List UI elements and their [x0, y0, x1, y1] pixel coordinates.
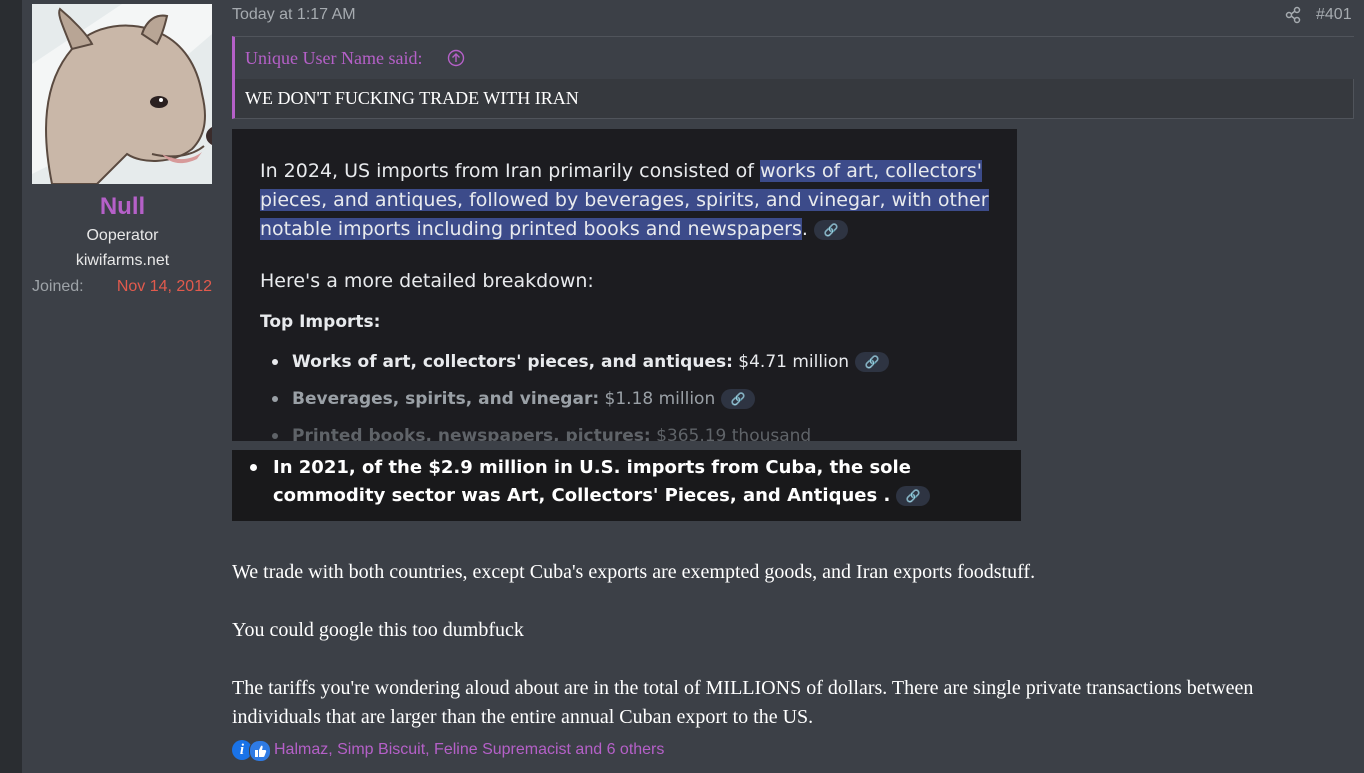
item-label: Printed books, newspapers, pictures:	[292, 426, 651, 441]
avatar[interactable]	[32, 4, 212, 184]
post-paragraph: The tariffs you're wondering aloud about…	[232, 677, 1254, 728]
post-timestamp[interactable]: Today at 1:17 AM	[232, 6, 356, 24]
intro-end: .	[801, 218, 808, 240]
post-paragraph: We trade with both countries, except Cub…	[232, 561, 1036, 583]
bullet-dot	[250, 464, 257, 471]
user-site: kiwifarms.net	[75, 252, 170, 269]
screenshot-subheading: Top Imports:	[260, 312, 381, 332]
post-body: Today at 1:17 AM #401 Unique User Name s…	[222, 0, 1364, 773]
username[interactable]: Null	[23, 193, 222, 221]
embedded-screenshot-iran[interactable]: In 2024, US imports from Iran primarily …	[232, 129, 1017, 441]
post-number[interactable]: #401	[1316, 6, 1352, 24]
post-paragraph: You could google this too dumbfuck	[232, 619, 524, 641]
joined-label: Joined:	[32, 278, 84, 295]
user-info-column: Null Ooperator kiwifarms.net Joined: Nov…	[23, 0, 222, 773]
list-item: Beverages, spirits, and vinegar: $1.18 m…	[272, 389, 756, 409]
item-label: Works of art, collectors' pieces, and an…	[292, 352, 733, 372]
item-value: $1.18 million	[604, 389, 716, 409]
item-value: $365.19 thousand	[656, 426, 812, 441]
cuba-text: In 2021, of the $2.9 million in U.S. imp…	[273, 454, 1013, 510]
quote-author[interactable]: Unique User Name said:	[245, 48, 422, 69]
like-icon	[249, 740, 271, 762]
item-value: $4.71 million	[738, 352, 849, 372]
list-item: Printed books, newspapers, pictures: $36…	[272, 426, 811, 441]
item-label: Beverages, spirits, and vinegar:	[292, 389, 600, 409]
share-icon[interactable]	[1284, 6, 1302, 24]
reactions-text[interactable]: Halmaz, Simp Biscuit, Feline Supremacist…	[274, 741, 664, 759]
screenshot-heading: Here's a more detailed breakdown:	[260, 270, 594, 292]
quote-header: Unique User Name said:	[235, 37, 1354, 79]
embedded-screenshot-cuba[interactable]: In 2021, of the $2.9 million in U.S. imp…	[232, 450, 1021, 521]
link-icon: 🔗	[813, 219, 848, 240]
link-icon: 🔗	[855, 352, 889, 372]
user-title: Ooperator	[86, 227, 159, 244]
screenshot-intro: In 2024, US imports from Iran primarily …	[260, 157, 1010, 244]
link-icon: 🔗	[896, 486, 931, 506]
intro-plain: In 2024, US imports from Iran primarily …	[260, 160, 760, 182]
quote-block: Unique User Name said: WE DON'T FUCKING …	[232, 36, 1354, 119]
link-icon: 🔗	[721, 389, 756, 409]
joined-date: Nov 14, 2012	[116, 278, 212, 295]
quote-text: WE DON'T FUCKING TRADE WITH IRAN	[245, 88, 579, 108]
left-edge-strip	[0, 0, 23, 773]
arrow-up-circle-icon[interactable]	[447, 49, 465, 67]
list-item: Works of art, collectors' pieces, and an…	[272, 352, 889, 372]
